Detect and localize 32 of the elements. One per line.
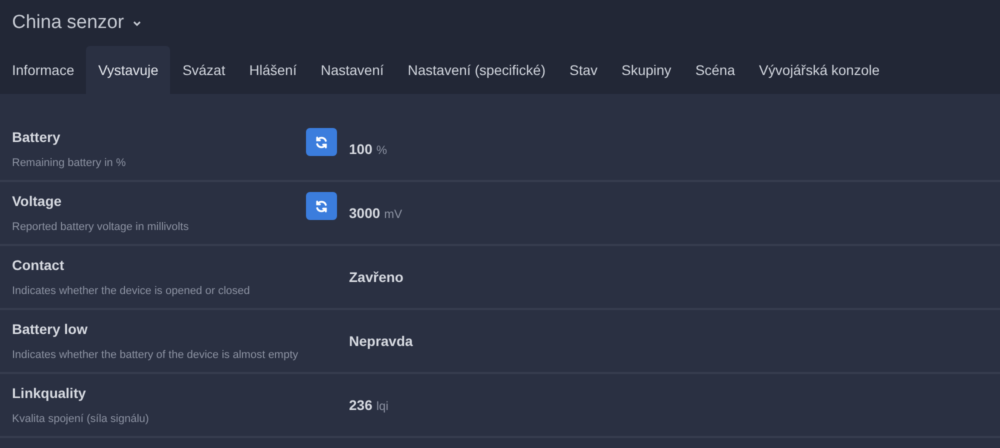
refresh-button[interactable]: [306, 128, 337, 156]
feature-name: Contact: [12, 256, 66, 275]
unit-label: mV: [384, 206, 402, 222]
refresh-button[interactable]: [306, 192, 337, 220]
feature-name: Voltage: [12, 192, 63, 211]
tab[interactable]: Vystavuje: [86, 46, 170, 94]
feature-name: Battery: [12, 128, 62, 147]
feature-value: Nepravda: [349, 332, 413, 351]
feature-value: 100: [349, 140, 372, 158]
refresh-icon: [315, 136, 328, 148]
tab[interactable]: Nastavení (specifické): [396, 46, 558, 94]
feature-description: Kvalita spojení (síla signálu): [12, 412, 150, 427]
tab[interactable]: Vývojářská konzole: [747, 46, 892, 94]
feature-description: Reported battery voltage in millivolts: [12, 220, 190, 235]
device-title: China senzor: [12, 10, 124, 35]
tab[interactable]: Svázat: [170, 46, 238, 94]
unit-label: lqi: [376, 398, 388, 414]
unit-label: %: [376, 142, 388, 158]
tab[interactable]: Informace: [0, 46, 86, 94]
feature-value: 236: [349, 396, 372, 414]
feature-value: Zavřeno: [349, 268, 404, 286]
feature-description: Indicates whether the device is opened or closed: [12, 284, 251, 299]
tab[interactable]: Hlášení: [237, 46, 309, 94]
tab[interactable]: Scéna: [683, 46, 748, 94]
tab[interactable]: Nastavení: [308, 46, 396, 94]
feature-description: Remaining battery in %: [12, 156, 127, 171]
tab[interactable]: Skupiny: [610, 46, 684, 94]
refresh-icon: [315, 200, 328, 212]
feature-name: Battery low: [12, 320, 88, 339]
feature-name: Linkquality: [12, 384, 87, 403]
tab[interactable]: Stav: [557, 46, 610, 94]
feature-value: 3000: [349, 204, 380, 222]
